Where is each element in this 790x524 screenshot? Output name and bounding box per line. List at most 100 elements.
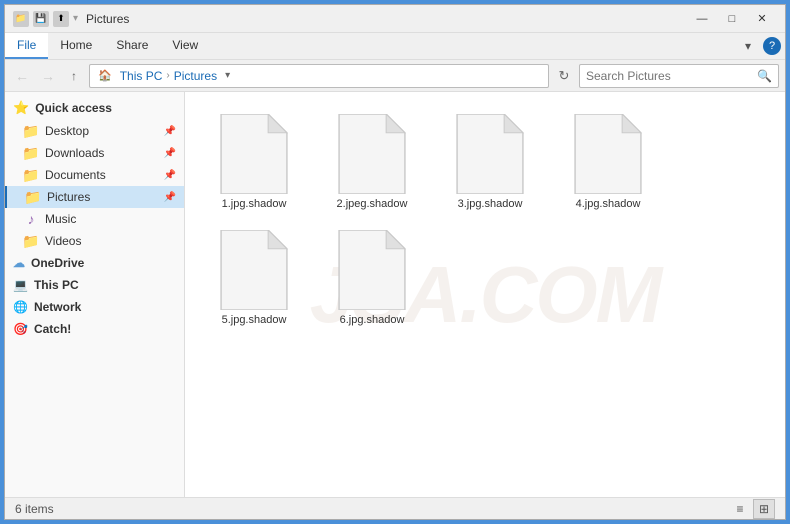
list-view-button[interactable]: ≡ bbox=[729, 499, 751, 519]
quick-access-icon-2[interactable]: 💾 bbox=[33, 11, 49, 27]
file-icon bbox=[337, 230, 407, 310]
sidebar-section-catch[interactable]: 🎯 Catch! bbox=[5, 318, 184, 340]
pc-icon: 💻 bbox=[13, 278, 28, 292]
sidebar-item-downloads-label: Downloads bbox=[45, 146, 104, 160]
ribbon: File Home Share View ▾ ? bbox=[5, 33, 785, 60]
ribbon-help-button[interactable]: ? bbox=[763, 37, 781, 55]
breadcrumb-pictures[interactable]: Pictures bbox=[174, 69, 217, 83]
onedrive-label: OneDrive bbox=[31, 256, 84, 270]
address-bar: ← → ↑ 🏠 This PC › Pictures ▾ ↻ 🔍 bbox=[5, 60, 785, 92]
desktop-pin-icon: 📌 bbox=[164, 126, 176, 137]
status-bar: 6 items ≡ ⊞ bbox=[5, 497, 785, 519]
file-item[interactable]: 1.jpg.shadow bbox=[199, 106, 309, 214]
file-name: 2.jpeg.shadow bbox=[337, 198, 408, 210]
window-title: Pictures bbox=[86, 12, 687, 26]
ribbon-right-controls: ▾ ? bbox=[737, 33, 785, 59]
documents-folder-icon: 📁 bbox=[23, 167, 39, 183]
minimize-button[interactable]: — bbox=[687, 9, 717, 29]
grid-view-button[interactable]: ⊞ bbox=[753, 499, 775, 519]
sidebar-item-documents-label: Documents bbox=[45, 168, 106, 182]
this-pc-label: This PC bbox=[34, 278, 79, 292]
file-icon bbox=[455, 114, 525, 194]
quick-access-label: Quick access bbox=[35, 101, 112, 115]
file-name: 6.jpg.shadow bbox=[340, 314, 405, 326]
desktop-folder-icon: 📁 bbox=[23, 123, 39, 139]
tab-share[interactable]: Share bbox=[104, 33, 160, 59]
sidebar-item-videos[interactable]: 📁 Videos bbox=[5, 230, 184, 252]
breadcrumb: 🏠 This PC › Pictures ▾ bbox=[98, 69, 230, 83]
file-name: 1.jpg.shadow bbox=[222, 198, 287, 210]
tab-view[interactable]: View bbox=[160, 33, 210, 59]
file-name: 5.jpg.shadow bbox=[222, 314, 287, 326]
maximize-button[interactable]: □ bbox=[717, 9, 747, 29]
file-name: 3.jpg.shadow bbox=[458, 198, 523, 210]
file-icon bbox=[219, 114, 289, 194]
file-icon bbox=[219, 230, 289, 310]
file-area: JSA.COM 1.jpg.shadow 2.jpeg.shadow 3.jpg… bbox=[185, 92, 785, 497]
quick-access-icon-3[interactable]: ⬆ bbox=[53, 11, 69, 27]
view-controls: ≡ ⊞ bbox=[729, 499, 775, 519]
pictures-folder-icon: 📁 bbox=[25, 189, 41, 205]
ribbon-tab-bar: File Home Share View ▾ ? bbox=[5, 33, 785, 59]
breadcrumb-dropdown[interactable]: ▾ bbox=[225, 70, 230, 81]
explorer-window: 📁 💾 ⬆ ▾ Pictures — □ ✕ File Home Share V… bbox=[4, 4, 786, 520]
catch-label: Catch! bbox=[34, 322, 71, 336]
sidebar-item-downloads[interactable]: 📁 Downloads 📌 bbox=[5, 142, 184, 164]
refresh-button[interactable]: ↻ bbox=[553, 65, 575, 87]
dropdown-arrow[interactable]: ▾ bbox=[73, 13, 78, 24]
music-folder-icon: ♪ bbox=[23, 211, 39, 227]
window-controls: — □ ✕ bbox=[687, 9, 777, 29]
back-button[interactable]: ← bbox=[11, 65, 33, 87]
tab-file[interactable]: File bbox=[5, 33, 48, 59]
close-button[interactable]: ✕ bbox=[747, 9, 777, 29]
files-grid: 1.jpg.shadow 2.jpeg.shadow 3.jpg.shadow … bbox=[195, 102, 775, 334]
network-label: Network bbox=[34, 300, 81, 314]
up-button[interactable]: ↑ bbox=[63, 65, 85, 87]
file-name: 4.jpg.shadow bbox=[576, 198, 641, 210]
search-icon: 🔍 bbox=[757, 69, 772, 83]
documents-pin-icon: 📌 bbox=[164, 170, 176, 181]
ribbon-collapse-button[interactable]: ▾ bbox=[737, 35, 759, 57]
file-item[interactable]: 6.jpg.shadow bbox=[317, 222, 427, 330]
breadcrumb-arrow-1: › bbox=[166, 70, 169, 81]
file-icon bbox=[337, 114, 407, 194]
file-item[interactable]: 2.jpeg.shadow bbox=[317, 106, 427, 214]
forward-button[interactable]: → bbox=[37, 65, 59, 87]
main-content: ⭐ Quick access 📁 Desktop 📌 📁 Downloads 📌… bbox=[5, 92, 785, 497]
sidebar-item-music[interactable]: ♪ Music bbox=[5, 208, 184, 230]
quick-access-icon-1[interactable]: 📁 bbox=[13, 11, 29, 27]
videos-folder-icon: 📁 bbox=[23, 233, 39, 249]
downloads-pin-icon: 📌 bbox=[164, 148, 176, 159]
sidebar-item-documents[interactable]: 📁 Documents 📌 bbox=[5, 164, 184, 186]
home-icon: 🏠 bbox=[98, 69, 112, 82]
file-icon bbox=[573, 114, 643, 194]
title-bar-quick-access: 📁 💾 ⬆ ▾ bbox=[13, 11, 78, 27]
search-input[interactable] bbox=[586, 69, 757, 83]
catch-icon: 🎯 bbox=[13, 322, 28, 336]
search-box[interactable]: 🔍 bbox=[579, 64, 779, 88]
sidebar-item-music-label: Music bbox=[45, 212, 76, 226]
star-icon: ⭐ bbox=[13, 100, 29, 116]
sidebar-section-this-pc[interactable]: 💻 This PC bbox=[5, 274, 184, 296]
pictures-pin-icon: 📌 bbox=[164, 192, 176, 203]
sidebar-section-quick-access[interactable]: ⭐ Quick access bbox=[5, 96, 184, 120]
sidebar: ⭐ Quick access 📁 Desktop 📌 📁 Downloads 📌… bbox=[5, 92, 185, 497]
sidebar-item-videos-label: Videos bbox=[45, 234, 81, 248]
file-item[interactable]: 3.jpg.shadow bbox=[435, 106, 545, 214]
downloads-folder-icon: 📁 bbox=[23, 145, 39, 161]
file-item[interactable]: 4.jpg.shadow bbox=[553, 106, 663, 214]
sidebar-item-desktop[interactable]: 📁 Desktop 📌 bbox=[5, 120, 184, 142]
network-icon: 🌐 bbox=[13, 300, 28, 314]
sidebar-section-onedrive[interactable]: ☁ OneDrive bbox=[5, 252, 184, 274]
address-field[interactable]: 🏠 This PC › Pictures ▾ bbox=[89, 64, 549, 88]
sidebar-item-pictures[interactable]: 📁 Pictures 📌 bbox=[5, 186, 184, 208]
breadcrumb-this-pc[interactable]: This PC bbox=[120, 69, 163, 83]
tab-home[interactable]: Home bbox=[48, 33, 104, 59]
sidebar-item-pictures-label: Pictures bbox=[47, 190, 90, 204]
cloud-icon: ☁ bbox=[13, 256, 25, 270]
sidebar-item-desktop-label: Desktop bbox=[45, 124, 89, 138]
sidebar-section-network[interactable]: 🌐 Network bbox=[5, 296, 184, 318]
title-bar: 📁 💾 ⬆ ▾ Pictures — □ ✕ bbox=[5, 5, 785, 33]
file-item[interactable]: 5.jpg.shadow bbox=[199, 222, 309, 330]
item-count: 6 items bbox=[15, 502, 54, 516]
